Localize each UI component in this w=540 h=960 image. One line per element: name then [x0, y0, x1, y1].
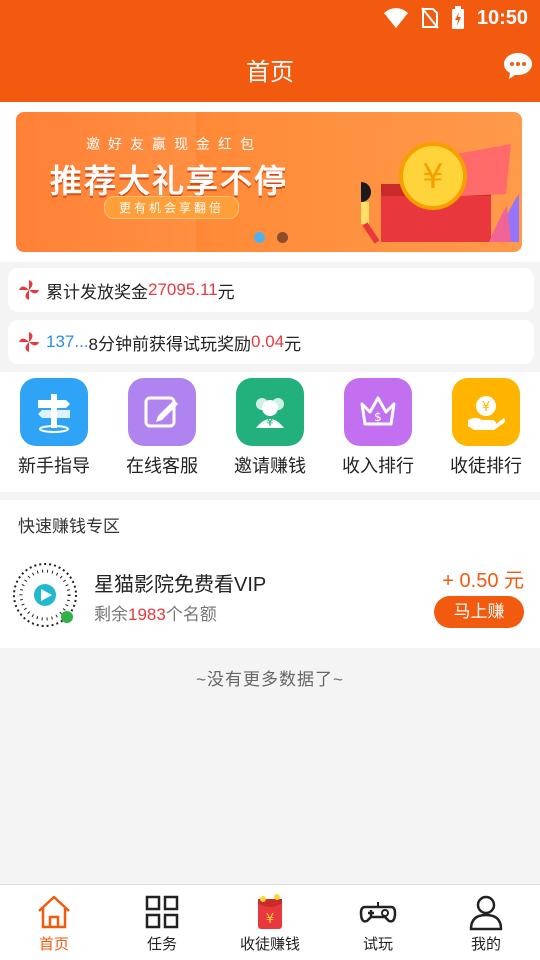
- home-icon: [38, 895, 70, 929]
- list-end-text: ~没有更多数据了~: [196, 670, 344, 689]
- earn-now-button[interactable]: 马上赚: [434, 596, 524, 628]
- no-sim-icon: [421, 7, 439, 29]
- banner-tagline: 更有机会享翻倍: [104, 196, 240, 219]
- tab-mine[interactable]: 我的: [432, 885, 540, 960]
- tab-tasks[interactable]: 任务: [108, 885, 216, 960]
- crown-icon: $: [344, 378, 412, 446]
- shortcut-newbie-guide[interactable]: 新手指导: [0, 372, 108, 492]
- notice-user: 137...: [46, 332, 89, 351]
- svg-text:¥: ¥: [266, 912, 274, 927]
- task-reward: + 0.50 元: [442, 570, 524, 592]
- total-payout-notice: 累计发放奖金 27095.11 元: [8, 268, 534, 312]
- shortcut-invite-earn[interactable]: ¥ 邀请赚钱: [216, 372, 324, 492]
- gift-box-illustration: ¥: [361, 142, 519, 244]
- tab-home[interactable]: 首页: [0, 885, 108, 960]
- remain-suffix: 个名额: [165, 605, 217, 624]
- status-bar: 10:50: [0, 0, 540, 36]
- recent-reward-notice: 137... 8分钟前获得试玩奖励 0.04 元: [8, 320, 534, 364]
- miniprogram-code-icon: [13, 563, 77, 627]
- battery-charging-icon: [451, 6, 464, 29]
- shortcut-label: 邀请赚钱: [234, 456, 306, 476]
- banner-pagination: [254, 232, 288, 243]
- pinwheel-icon: [19, 332, 39, 352]
- section-title: 快速赚钱专区: [18, 517, 120, 536]
- red-envelope-icon: ¥: [258, 894, 282, 929]
- svg-text:¥: ¥: [422, 157, 444, 197]
- tab-label: 收徒赚钱: [239, 936, 300, 953]
- remain-prefix: 剩余: [94, 605, 128, 624]
- gamepad-icon: [359, 902, 397, 923]
- notice-amount: 0.04: [251, 332, 285, 351]
- task-name: 星猫影院免费看VIP: [94, 574, 267, 596]
- shortcut-online-support[interactable]: 在线客服: [108, 372, 216, 492]
- edit-icon: [128, 378, 196, 446]
- pagination-dot-1[interactable]: [254, 232, 265, 243]
- quick-earn-section: 快速赚钱专区 星猫影院免费看VIP 剩余1983个名额 + 0.50 元 马上赚: [0, 500, 540, 648]
- task-remaining: 剩余1983个名额: [94, 600, 217, 625]
- shortcut-label: 收徒排行: [450, 456, 522, 476]
- tab-label: 首页: [38, 936, 69, 953]
- pagination-dot-2[interactable]: [277, 232, 288, 243]
- shortcut-grid: 新手指导 在线客服 ¥ 邀请赚钱 $ 收入排行 ¥ 收徒排行: [0, 372, 540, 492]
- svg-text:$: $: [374, 410, 382, 424]
- user-icon: [469, 895, 503, 931]
- shortcut-label: 收入排行: [342, 456, 414, 476]
- shortcut-apprentice-ranking[interactable]: ¥ 收徒排行: [432, 372, 540, 492]
- notice-unit: 元: [217, 282, 235, 302]
- shortcut-income-ranking[interactable]: $ 收入排行: [324, 372, 432, 492]
- banner-section: 邀好友赢现金红包 推荐大礼享不停 更有机会享翻倍 ¥: [0, 102, 540, 262]
- tab-label: 任务: [146, 936, 177, 953]
- status-time: 10:50: [476, 6, 528, 29]
- app-header: 首页: [0, 36, 540, 102]
- shortcut-label: 在线客服: [126, 456, 198, 476]
- remain-count: 1983: [128, 605, 166, 624]
- banner-subtitle: 邀好友赢现金红包: [86, 136, 262, 152]
- bottom-tab-bar: 首页 任务 ¥ 收徒赚钱 试玩 我的: [0, 884, 540, 960]
- page-title: 首页: [246, 59, 294, 86]
- wifi-icon: [383, 8, 408, 28]
- tab-label: 我的: [470, 936, 501, 953]
- pinwheel-icon: [19, 280, 39, 300]
- signpost-icon: [20, 378, 88, 446]
- tab-trial-play[interactable]: 试玩: [324, 885, 432, 960]
- tab-label: 试玩: [362, 936, 393, 953]
- message-icon[interactable]: [502, 50, 534, 82]
- svg-text:¥: ¥: [266, 415, 274, 429]
- coin-hand-icon: ¥: [452, 378, 520, 446]
- svg-text:¥: ¥: [482, 400, 490, 415]
- notice-amount: 27095.11: [148, 280, 218, 299]
- shortcut-label: 新手指导: [18, 456, 90, 476]
- tab-recruit-earn[interactable]: ¥ 收徒赚钱: [216, 885, 324, 960]
- notice-text: 8分钟前获得试玩奖励: [88, 334, 252, 354]
- notice-unit: 元: [284, 334, 302, 354]
- users-icon: ¥: [236, 378, 304, 446]
- notice-prefix: 累计发放奖金: [46, 282, 148, 302]
- grid-icon: [145, 895, 179, 929]
- promo-banner[interactable]: 邀好友赢现金红包 推荐大礼享不停 更有机会享翻倍 ¥: [16, 112, 522, 252]
